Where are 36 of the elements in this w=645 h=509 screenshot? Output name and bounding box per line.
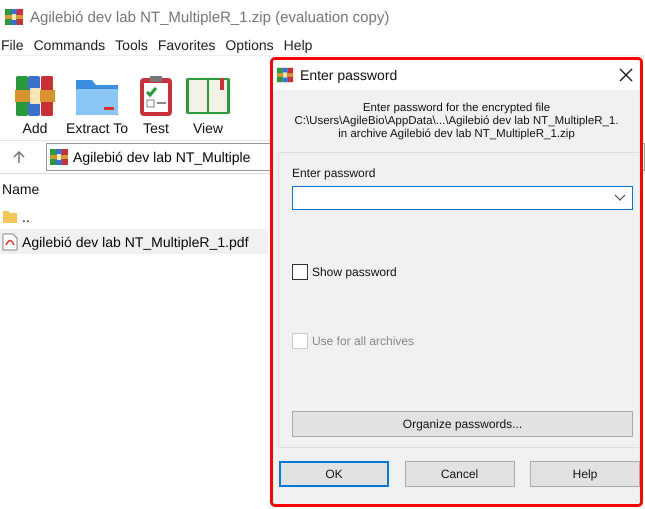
menu-item[interactable]: File <box>0 36 32 52</box>
dialog-button[interactable]: OK <box>279 461 389 487</box>
menu-item[interactable]: Favorites <box>156 36 224 52</box>
password-field[interactable] <box>292 186 633 210</box>
archive-icon <box>276 66 294 84</box>
up-arrow-icon[interactable] <box>13 150 25 164</box>
field-label: Enter password <box>292 166 376 180</box>
file-name: Agilebió dev lab NT_MultipleR_1.pdf <box>22 234 248 250</box>
folder-icon <box>2 208 18 224</box>
file-name: .. <box>22 208 30 224</box>
file-row[interactable]: .. <box>0 204 268 229</box>
clipboard-icon <box>138 74 174 118</box>
dialog-button[interactable]: Help <box>530 461 640 487</box>
organize-passwords-button[interactable]: Organize passwords... <box>292 411 633 438</box>
pdf-file-icon <box>2 232 18 250</box>
archive-icon <box>49 147 69 167</box>
toolbar-button[interactable]: Extract To <box>66 74 128 136</box>
toolbar-button[interactable]: Test <box>138 74 174 136</box>
menu-item[interactable]: Help <box>282 36 320 52</box>
window-title: Agilebió dev lab NT_MultipleR_1.zip (evaluation copy) <box>30 8 390 26</box>
archive-icon <box>14 74 56 118</box>
toolbar-button[interactable]: Add <box>14 74 56 136</box>
close-icon <box>619 68 633 82</box>
message-text: in archive Agilebió dev lab NT_MultipleR_1.zip <box>338 128 575 140</box>
file-row[interactable]: Agilebió dev lab NT_MultipleR_1.pdf <box>0 229 268 254</box>
dialog-title: Enter password <box>300 67 398 83</box>
checkbox[interactable]: Show password <box>292 264 633 280</box>
message-text: Enter password for the encrypted file <box>362 102 550 114</box>
dialog-button[interactable]: Cancel <box>404 461 514 487</box>
message-text: C:\Users\AgileBio\AppData\...\Agilebió dev lab NT_MultipleR_1. <box>294 115 619 127</box>
chevron-down-icon <box>614 194 626 202</box>
menu-item[interactable]: Commands <box>32 36 114 52</box>
menu-item[interactable]: Tools <box>113 36 156 52</box>
menu-item[interactable]: Options <box>223 36 282 52</box>
archive-icon <box>4 7 24 27</box>
toolbar-button[interactable]: View <box>184 74 232 136</box>
